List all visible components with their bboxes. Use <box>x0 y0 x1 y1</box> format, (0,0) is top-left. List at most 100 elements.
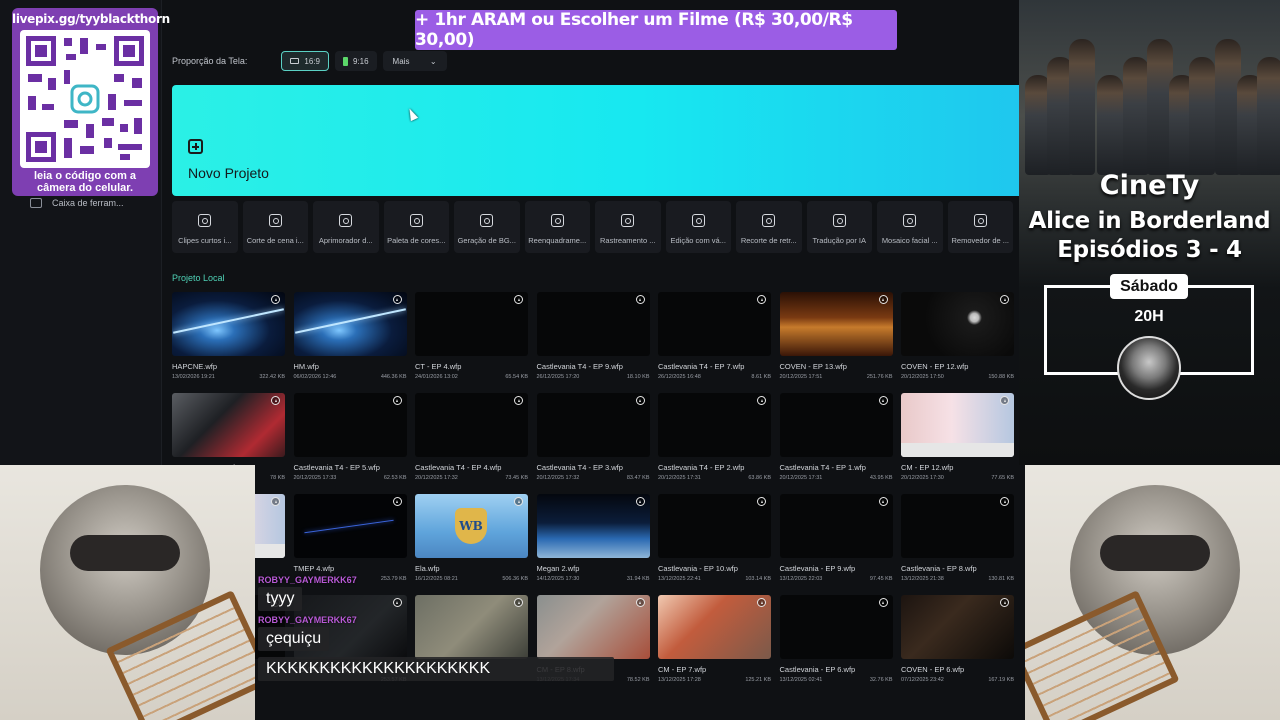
cloud-upload-icon[interactable] <box>271 396 280 405</box>
tool-button[interactable]: Corte de cena i... <box>242 201 308 253</box>
project-thumbnail <box>658 494 771 558</box>
project-card[interactable]: HAPCNE.wfp 13/02/2026 19:21 322.42 KB <box>172 292 285 380</box>
cloud-upload-icon[interactable] <box>757 497 766 506</box>
project-card[interactable]: Castlevania T4 - EP 7.wfp 26/12/2025 16:4… <box>658 292 771 380</box>
qr-code-icon <box>26 36 144 162</box>
cloud-upload-icon[interactable] <box>757 396 766 405</box>
project-card[interactable]: Castlevania T4 - EP 4.wfp 20/12/2025 17:3… <box>415 393 528 481</box>
chat-username: ROBYY_GAYMERKK67 <box>258 615 357 625</box>
project-size: 97.45 KB <box>869 576 893 582</box>
new-project-button[interactable]: Novo Projeto <box>172 85 1019 196</box>
cloud-upload-icon[interactable] <box>271 295 280 304</box>
project-card[interactable]: Ela.wfp16/12/2025 08:21506.36 KB <box>415 494 528 582</box>
tool-label: Reenquadrame... <box>528 236 587 245</box>
project-size: 78.52 KB <box>626 677 650 683</box>
tool-button[interactable]: Geração de BG... <box>454 201 520 253</box>
project-card[interactable]: CM - EP 12.wfp 20/12/2025 17:30 77.65 KB <box>901 393 1014 481</box>
poster-figure <box>1257 57 1280 175</box>
tool-button[interactable]: Rastreamento ... <box>595 201 661 253</box>
project-card[interactable]: Castlevania T4 - EP 1.wfp 20/12/2025 17:3… <box>779 393 893 481</box>
project-thumbnail <box>536 494 650 558</box>
clip-icon <box>198 214 212 227</box>
cloud-upload-icon[interactable] <box>514 295 523 304</box>
project-card[interactable]: COVEN - EP 6.wfp 07/12/2025 23:42 167.19 K… <box>901 595 1014 683</box>
project-card[interactable]: Castlevania T4 - EP 9.wfp 26/12/2025 17:2… <box>536 292 650 380</box>
cloud-upload-icon[interactable] <box>635 497 645 506</box>
tool-label: Tradução por IA <box>812 236 867 245</box>
cloud-upload-icon[interactable] <box>514 396 523 405</box>
project-size: 125.21 KB <box>745 677 771 683</box>
cloud-upload-icon[interactable] <box>1000 598 1009 607</box>
cloud-upload-icon[interactable] <box>878 497 888 506</box>
project-card[interactable]: Castlevania T4 - EP 2.wfp 20/12/2025 17:3… <box>658 393 771 481</box>
portrait-icon <box>342 56 348 66</box>
project-date: 24/01/2026 13:02 <box>415 374 458 380</box>
project-size: 62.53 KB <box>383 475 407 481</box>
tool-button[interactable]: Paleta de cores... <box>383 201 449 253</box>
chat-message: ROBYY_GAYMERKK67 çequiçu <box>258 615 614 651</box>
project-size: 8.61 KB <box>751 374 771 380</box>
project-card[interactable]: COVEN - EP 12.wfp 20/12/2025 17:50 150.88 … <box>901 292 1014 380</box>
tool-button[interactable]: Edição com vá... <box>665 201 731 253</box>
project-thumbnail <box>779 393 893 457</box>
project-date: 13/12/2025 17:28 <box>658 677 701 683</box>
project-card[interactable]: TMEP 4.wfp 253.79 KB <box>293 494 407 582</box>
sidebar-item-toolbox[interactable]: Caixa de ferram... <box>30 198 124 208</box>
project-card[interactable]: CT - EP 4.wfp 24/01/2026 13:02 65.54 KB <box>415 292 528 380</box>
project-card[interactable]: CM - EP 7.wfp 13/12/2025 17:28 125.21 KB <box>658 595 771 683</box>
project-card[interactable]: Castlevania - EP 6.wfp 13/12/2025 02:41 32… <box>779 595 893 683</box>
cloud-upload-icon[interactable] <box>635 295 645 304</box>
project-card[interactable]: COVEN - EP 13.wfp 20/12/2025 17:51 251.76 … <box>779 292 893 380</box>
project-card[interactable]: Castlevania - EP 10.wfp 13/12/2025 22:41 1… <box>658 494 771 582</box>
tool-button[interactable]: Removedor de ... <box>947 201 1013 253</box>
more-dropdown[interactable]: Mais ⌄ <box>382 51 447 71</box>
project-card[interactable]: Castlevania T4 - EP 3.wfp 20/12/2025 17:3… <box>536 393 650 481</box>
cloud-upload-icon[interactable] <box>514 497 523 506</box>
ratio-9-16-button[interactable]: 9:16 <box>334 51 377 71</box>
tool-button[interactable]: Tradução por IA <box>806 201 872 253</box>
enhance-icon <box>339 214 353 227</box>
project-card[interactable]: Castlevania - EP 8.wfp 13/12/2025 21:38 13… <box>901 494 1014 582</box>
host-avatar <box>1117 336 1181 400</box>
palette-icon <box>409 214 423 227</box>
project-size: 32.76 KB <box>869 677 893 683</box>
cloud-upload-icon[interactable] <box>878 295 888 304</box>
project-card[interactable]: Castlevania T4 - EP 5.wfp 20/12/2025 17:3… <box>293 393 407 481</box>
tool-label: Corte de cena i... <box>246 236 304 245</box>
project-card[interactable]: Megan 2.wfp 14/12/2025 17:30 31.94 KB <box>536 494 650 582</box>
ratio-16-9-button[interactable]: 16:9 <box>281 51 329 71</box>
project-thumbnail <box>658 393 771 457</box>
cloud-upload-icon[interactable] <box>635 396 645 405</box>
show-title-line1: Alice in Borderland <box>1028 208 1271 234</box>
tool-button[interactable]: Recorte de retr... <box>736 201 802 253</box>
tool-button[interactable]: Mosaico facial ... <box>877 201 943 253</box>
cloud-upload-icon[interactable] <box>392 295 402 304</box>
cloud-upload-icon[interactable] <box>1000 396 1009 405</box>
project-card[interactable]: HM.wfp 06/02/2026 12:46 446.36 KB <box>293 292 407 380</box>
tool-label: Mosaico facial ... <box>881 236 938 245</box>
cloud-upload-icon[interactable] <box>878 598 888 607</box>
project-thumbnail <box>901 595 1014 659</box>
project-name: Castlevania T4 - EP 7.wfp <box>658 362 745 371</box>
cloud-upload-icon[interactable] <box>757 295 766 304</box>
tool-button[interactable]: Clipes curtos i... <box>172 201 238 253</box>
cloud-upload-icon[interactable] <box>392 396 402 405</box>
cloud-upload-icon[interactable] <box>1000 295 1009 304</box>
tool-button[interactable]: Aprimorador d... <box>313 201 379 253</box>
cloud-upload-icon[interactable] <box>1000 497 1009 506</box>
aspect-label: Proporção da Tela: <box>172 56 248 66</box>
project-size: 167.19 KB <box>988 677 1014 683</box>
toolbox-icon <box>30 198 42 208</box>
cloud-upload-icon[interactable] <box>635 598 645 607</box>
tool-button[interactable]: Reenquadrame... <box>524 201 590 253</box>
project-card[interactable]: Castlevania - EP 9.wfp 13/12/2025 22:03 97… <box>779 494 893 582</box>
cloud-upload-icon[interactable] <box>271 497 280 506</box>
cloud-upload-icon[interactable] <box>757 598 766 607</box>
tool-label: Rastreamento ... <box>600 236 656 245</box>
project-thumbnail <box>779 595 893 659</box>
project-thumbnail <box>293 292 407 356</box>
poster-figure <box>1069 39 1095 175</box>
project-name: CM - EP 12.wfp <box>901 463 954 472</box>
cloud-upload-icon[interactable] <box>392 497 402 506</box>
cloud-upload-icon[interactable] <box>878 396 888 405</box>
